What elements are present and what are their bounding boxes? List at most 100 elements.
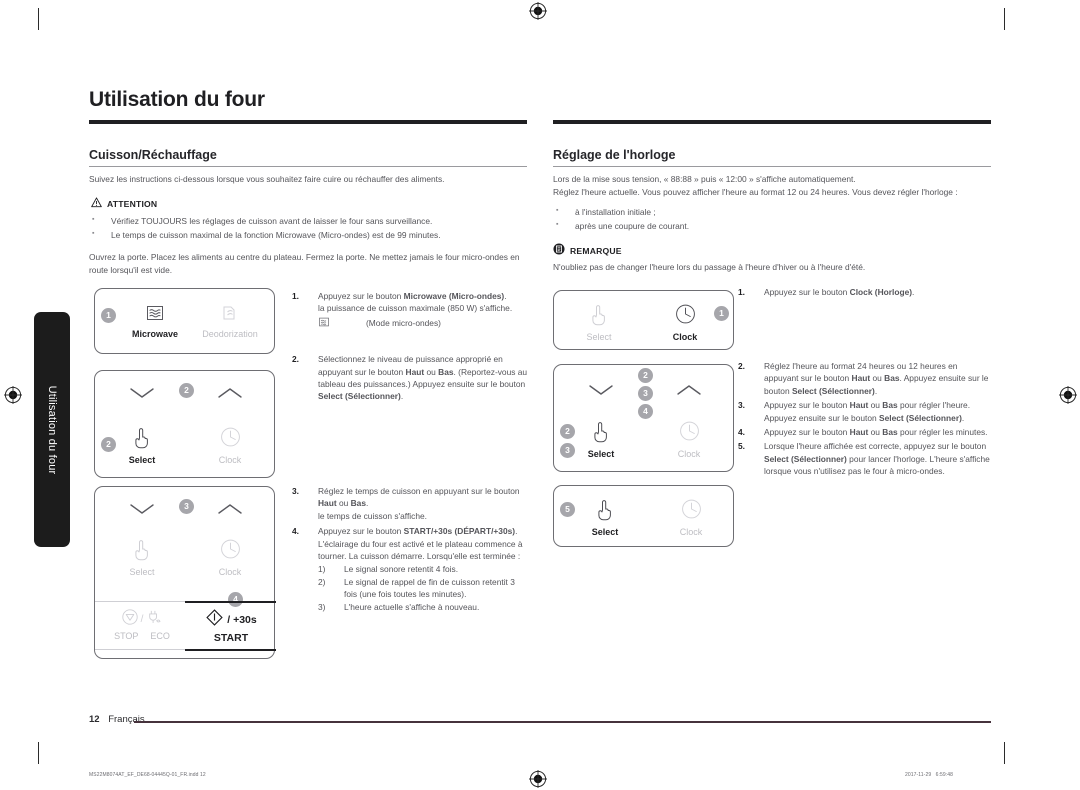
microwave-wave-icon <box>318 316 330 331</box>
crop-mark-tl-v <box>38 8 39 30</box>
chapter-rule-right <box>553 120 991 124</box>
step-text: le temps de cuisson s'affiche. <box>318 510 427 521</box>
button-label: Microwave <box>131 329 179 339</box>
button-select[interactable]: Select <box>115 537 169 577</box>
step-item: 5. Lorsque l'heure affichée est correcte… <box>738 440 991 477</box>
chapter-side-tab-label: Utilisation du four <box>46 385 58 474</box>
step-text: Appuyez sur le bouton Haut ou Bas pour r… <box>764 427 988 438</box>
step-item: 1. Appuyez sur le bouton Clock (Horloge)… <box>738 286 991 298</box>
button-clock[interactable]: Clock <box>203 537 257 577</box>
button-label: Select <box>587 449 615 459</box>
panel-updown-step2-4[interactable]: 2 3 4 2 3 Select Clock <box>553 364 734 472</box>
step-number: 2. <box>292 354 299 365</box>
section-rule-right <box>553 166 991 167</box>
step-badge: 3 <box>179 499 194 514</box>
print-filename: MS22M8074AT_EF_DE68-04445Q-01_FR.indd 12 <box>89 772 206 778</box>
button-clock[interactable]: Clock <box>664 497 718 537</box>
step-number: 1. <box>292 291 299 301</box>
step-badge: 3 <box>560 443 575 458</box>
section-heading-horloge: Réglage de l'horloge <box>553 148 676 162</box>
panel-divider-right-bottom <box>185 649 276 651</box>
sub-step-number: 2) <box>318 576 326 587</box>
panel-microwave[interactable]: 1 Microwave Deodorization <box>94 288 275 354</box>
hand-pointer-icon <box>131 428 153 453</box>
chevron-down-icon <box>127 503 157 520</box>
right-bullet-list: à l'installation initiale ; après une co… <box>553 204 991 233</box>
clock-icon <box>219 427 242 453</box>
print-timestamp: 2017-11-29 6:59:48 <box>905 772 954 778</box>
button-up[interactable] <box>210 502 250 521</box>
left-steps-list-2: 3. Réglez le temps de cuisson en appuyan… <box>292 485 528 613</box>
button-clock[interactable]: Clock <box>662 419 716 459</box>
button-up[interactable] <box>210 386 250 405</box>
hand-pointer-icon <box>590 422 612 447</box>
step-item: 2. Sélectionnez le niveau de puissance a… <box>292 353 528 403</box>
panel-clock-step1[interactable]: 1 Select Clock <box>553 290 734 350</box>
page-title: Utilisation du four <box>89 88 265 111</box>
button-select[interactable]: Select <box>115 425 169 465</box>
chapter-rule-left <box>89 120 527 124</box>
step-text: Lorsque l'heure affichée est correcte, a… <box>764 441 990 477</box>
step-badge: 2 <box>560 424 575 439</box>
button-select[interactable]: Select <box>572 302 626 342</box>
manual-page: Utilisation du four Utilisation du four … <box>0 0 1080 790</box>
step-item: 4. Appuyez sur le bouton START/+30s (DÉP… <box>292 525 528 613</box>
right-steps-2-5: 2. Réglez l'heure au format 24 heures ou… <box>738 360 991 478</box>
button-down[interactable] <box>581 383 621 402</box>
button-label: Select <box>129 567 155 577</box>
sub-step-item: 3) L'heure actuelle s'affiche à nouveau. <box>318 601 528 613</box>
left-intro-text: Suivez les instructions ci-dessous lorsq… <box>89 174 445 184</box>
button-select[interactable]: Select <box>578 497 632 537</box>
crop-mark-bl-v <box>38 742 39 764</box>
button-up[interactable] <box>669 383 709 402</box>
list-item: Vérifiez TOUJOURS les réglages de cuisso… <box>89 213 527 228</box>
step-item: 3. Appuyez sur le bouton Haut ou Bas pou… <box>738 399 991 424</box>
sub-step-item: 1) Le signal sonore retentit 4 fois. <box>318 563 528 575</box>
hand-pointer-icon <box>131 540 153 565</box>
mode-caption: (Mode micro-ondes) <box>366 318 441 329</box>
registration-mark-right <box>1059 386 1077 404</box>
right-note-text: N'oubliez pas de changer l'heure lors du… <box>553 262 866 272</box>
button-label: Clock <box>677 449 701 459</box>
button-label: Select <box>591 527 619 537</box>
sub-step-text: Le signal sonore retentit 4 fois. <box>344 564 459 575</box>
button-microwave[interactable]: Microwave <box>125 303 185 339</box>
button-stop-eco[interactable]: / STOP ECO <box>101 608 183 641</box>
step-item: 1. Appuyez sur le bouton Microwave (Micr… <box>292 290 528 331</box>
step-badge: 1 <box>714 306 729 321</box>
sub-step-number: 3) <box>318 601 326 612</box>
step-item: 4. Appuyez sur le bouton Haut ou Bas pou… <box>738 426 991 438</box>
folio: 12 Français <box>89 714 145 725</box>
attention-label: ATTENTION <box>107 199 158 209</box>
step-badge: 4 <box>228 592 243 607</box>
button-start[interactable]: / +30s START <box>191 608 271 644</box>
button-down[interactable] <box>122 386 162 405</box>
button-down[interactable] <box>122 502 162 521</box>
step-item: 2. Réglez l'heure au format 24 heures ou… <box>738 360 991 397</box>
step-text: Réglez le temps de cuisson en appuyant s… <box>318 486 520 509</box>
panel-select-step5[interactable]: 5 Select Clock <box>553 485 734 547</box>
panel-divider-right-top <box>185 601 276 603</box>
panel-start-step3-4[interactable]: 3 4 Select Clock / STOP ECO / +30s START <box>94 486 276 659</box>
note-document-icon <box>553 242 565 260</box>
button-select[interactable]: Select <box>574 419 628 459</box>
panel-select-clock-step2[interactable]: 2 2 Select Clock <box>94 370 275 478</box>
microwave-wave-icon <box>145 306 165 327</box>
button-deodorization[interactable]: Deodorization <box>189 303 271 339</box>
step-text: Sélectionnez le niveau de puissance appr… <box>318 354 528 402</box>
step-number: 5. <box>738 441 745 452</box>
registration-mark-top <box>529 2 547 20</box>
button-label: Clock <box>218 567 242 577</box>
folio-rule <box>134 721 991 723</box>
page-number: 12 <box>89 714 100 725</box>
button-clock[interactable]: Clock <box>658 302 712 342</box>
step-text: Appuyez sur le bouton START/+30s (DÉPART… <box>318 526 523 562</box>
start-diamond-icon <box>205 608 224 632</box>
step-text: Appuyez sur le bouton Haut ou Bas pour r… <box>764 400 971 423</box>
button-clock[interactable]: Clock <box>203 425 257 465</box>
warning-triangle-icon <box>91 195 102 213</box>
right-intro-line-1: Lors de la mise sous tension, « 88:88 » … <box>553 174 856 184</box>
button-label: ECO <box>150 631 170 641</box>
sub-step-text: Le signal de rappel de fin de cuisson re… <box>344 576 515 600</box>
button-label: STOP <box>114 631 139 641</box>
